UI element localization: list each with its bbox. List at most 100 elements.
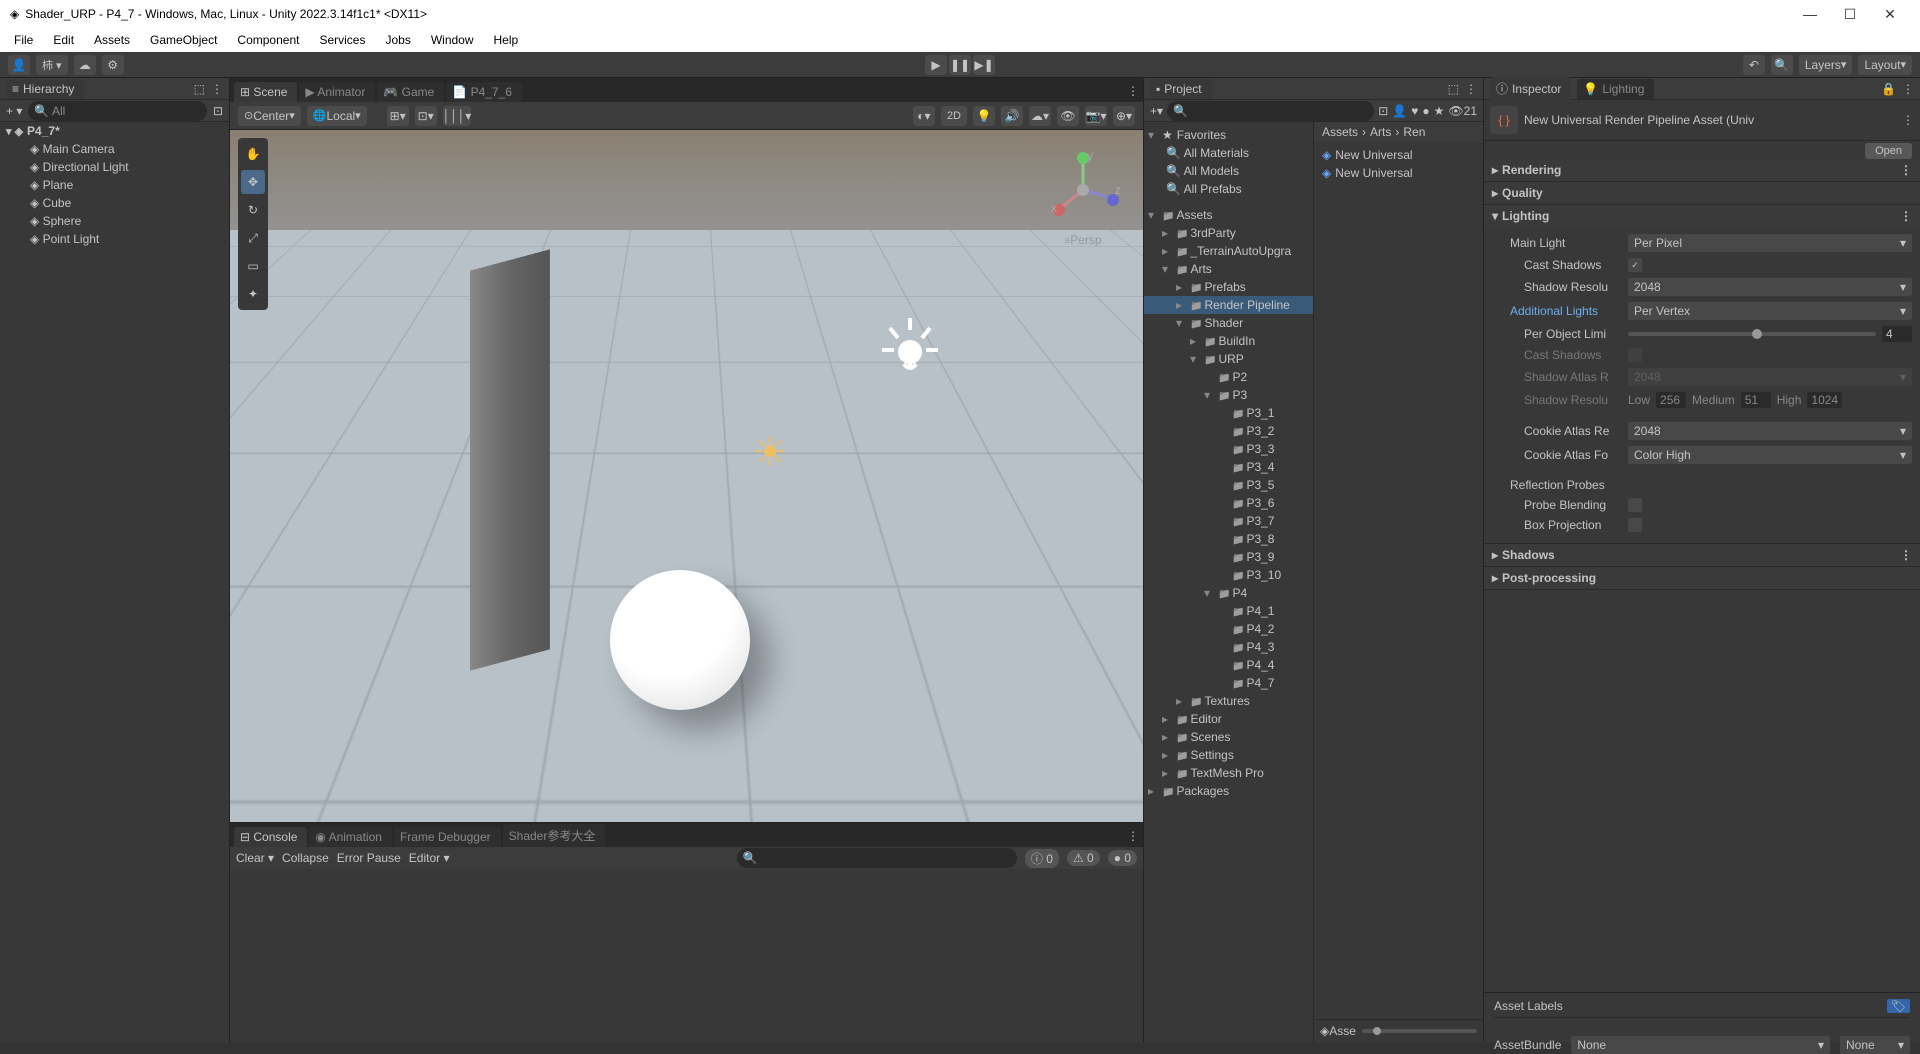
packages-folder[interactable]: ▸Packages [1144,782,1313,800]
project-tab[interactable]: ▪ Project [1150,79,1212,99]
lighting-tab[interactable]: 💡 Lighting [1577,79,1654,99]
audio-toggle[interactable]: 🔊 [1001,106,1023,126]
menu-services[interactable]: Services [311,31,373,49]
scene-viewport[interactable]: ☀ y z x ≡Persp ✋ ✥ ↻ ⤢ ▭ ✦ [230,130,1143,822]
hierarchy-item[interactable]: ◈ Directional Light [0,158,229,176]
folder-item[interactable]: ▾P3 [1144,386,1313,404]
folder-item[interactable]: ▸Textures [1144,692,1313,710]
inspector-tab[interactable]: ⓘ Inspector [1490,77,1571,100]
tab-frame-debugger[interactable]: Frame Debugger [394,827,501,847]
panel-maximize-icon[interactable]: ⬚ [1448,82,1459,96]
cloud-status[interactable]: 柿 ▾ [36,55,68,75]
breadcrumb-item[interactable]: Arts [1370,125,1391,139]
step-button[interactable]: ▶❚ [973,55,995,75]
hierarchy-tab[interactable]: ≡Hierarchy [6,79,84,99]
folder-item[interactable]: ▾P4 [1144,584,1313,602]
menu-jobs[interactable]: Jobs [377,31,418,49]
hierarchy-item[interactable]: ◈ Point Light [0,230,229,248]
shadows-section[interactable]: ▸Shadows⋮ [1484,544,1920,566]
favorites-header[interactable]: ▾★ Favorites [1144,126,1313,144]
folder-item[interactable]: ▾Arts [1144,260,1313,278]
sphere-object[interactable] [610,570,750,710]
cookie-atlas-dropdown[interactable]: 2048▾ [1628,422,1912,440]
open-button[interactable]: Open [1865,143,1912,159]
cloud-button[interactable]: ☁ [74,55,96,75]
account-button[interactable]: 👤 [8,55,30,75]
tab-p4_7_6[interactable]: 📄 P4_7_6 [446,82,522,102]
view-tool[interactable]: ✋ [241,142,265,166]
info-count[interactable]: ⓘ 0 [1025,849,1059,868]
folder-item[interactable]: P3_4 [1144,458,1313,476]
create-dropdown[interactable]: +▾ [1150,104,1163,118]
per-object-slider[interactable] [1628,332,1876,336]
directional-light-gizmo[interactable] [870,310,950,390]
fx-toggle[interactable]: ☁▾ [1029,106,1051,126]
folder-item[interactable]: P4_3 [1144,638,1313,656]
tab-animation[interactable]: ◉ Animation [309,827,392,847]
warn-count[interactable]: ⚠ 0 [1067,850,1100,866]
hierarchy-search[interactable]: 🔍 All [28,101,207,121]
menu-component[interactable]: Component [229,31,307,49]
folder-item[interactable]: P2 [1144,368,1313,386]
point-light-gizmo[interactable]: ☀ [740,430,800,490]
per-object-value[interactable]: 4 [1882,326,1912,342]
collapse-button[interactable]: Collapse [282,851,329,865]
tab-shader参考大全[interactable]: Shader参考大全 [503,824,606,847]
folder-item[interactable]: ▸Prefabs [1144,278,1313,296]
tab-animator[interactable]: ▶ Animator [299,82,375,102]
folder-item[interactable]: ▸Editor [1144,710,1313,728]
menu-file[interactable]: File [6,31,41,49]
menu-edit[interactable]: Edit [45,31,82,49]
camera-toggle[interactable]: 📷▾ [1085,106,1107,126]
hierarchy-item[interactable]: ◈ Main Camera [0,140,229,158]
draw-mode[interactable]: ◐▾ [913,106,935,126]
transform-tool[interactable]: ✦ [241,282,265,306]
increment-snap[interactable]: │││▾ [443,106,472,126]
folder-item[interactable]: P3_3 [1144,440,1313,458]
create-dropdown[interactable]: + ▾ [6,104,22,118]
folder-item[interactable]: ▾URP [1144,350,1313,368]
additional-lights-dropdown[interactable]: Per Vertex▾ [1628,302,1912,320]
pivot-dropdown[interactable]: ⊙Center▾ [238,106,301,126]
scene-item[interactable]: ▾ ◈ P4_7* [0,122,229,140]
folder-item[interactable]: ▾Shader [1144,314,1313,332]
favorite-item[interactable]: 🔍 All Prefabs [1144,180,1313,198]
panel-maximize-icon[interactable]: ⬚ [194,82,205,96]
layout-dropdown[interactable]: Layout ▾ [1858,55,1912,75]
settings-button[interactable]: ⚙ [102,55,124,75]
search-by-type-icon[interactable]: ⊡ [1378,104,1388,118]
panel-menu-icon[interactable]: ⋮ [1123,825,1143,847]
lighting-toggle[interactable]: 💡 [973,106,995,126]
menu-gameobject[interactable]: GameObject [142,31,225,49]
play-button[interactable]: ▶ [925,55,947,75]
folder-item[interactable]: P4_2 [1144,620,1313,638]
gizmo-toggle[interactable]: ⊕▾ [1113,106,1135,126]
menu-help[interactable]: Help [486,31,527,49]
menu-window[interactable]: Window [423,31,482,49]
folder-item[interactable]: ▸3rdParty [1144,224,1313,242]
2d-toggle[interactable]: 2D [941,106,967,126]
minimize-button[interactable]: — [1790,6,1830,22]
probe-blend-checkbox[interactable] [1628,498,1642,512]
cookie-format-dropdown[interactable]: Color High▾ [1628,446,1912,464]
lock-icon[interactable]: 🔒 [1881,82,1896,96]
panel-menu-icon[interactable]: ⋮ [211,82,223,96]
save-icon[interactable]: ★ [1434,104,1445,118]
folder-item[interactable]: P4_7 [1144,674,1313,692]
editor-dropdown[interactable]: Editor ▾ [409,851,450,865]
quality-section[interactable]: ▸Quality [1484,182,1920,204]
assets-folder[interactable]: ▾Assets [1144,206,1313,224]
main-light-dropdown[interactable]: Per Pixel▾ [1628,234,1912,252]
panel-menu-icon[interactable]: ⋮ [1123,80,1143,102]
panel-menu-icon[interactable]: ⋮ [1465,82,1477,96]
favorite-item[interactable]: 🔍 All Materials [1144,144,1313,162]
rotate-tool[interactable]: ↻ [241,198,265,222]
close-button[interactable]: ✕ [1870,6,1910,23]
panel-menu-icon[interactable]: ⋮ [1902,82,1914,96]
error-count[interactable]: ● 0 [1108,850,1137,866]
cast-shadows-checkbox[interactable]: ✓ [1628,258,1642,272]
console-search[interactable]: 🔍 [737,848,1017,868]
pause-button[interactable]: ❚❚ [949,55,971,75]
project-breadcrumb[interactable]: Assets›Arts›Ren [1314,122,1483,142]
scale-tool[interactable]: ⤢ [241,226,265,250]
